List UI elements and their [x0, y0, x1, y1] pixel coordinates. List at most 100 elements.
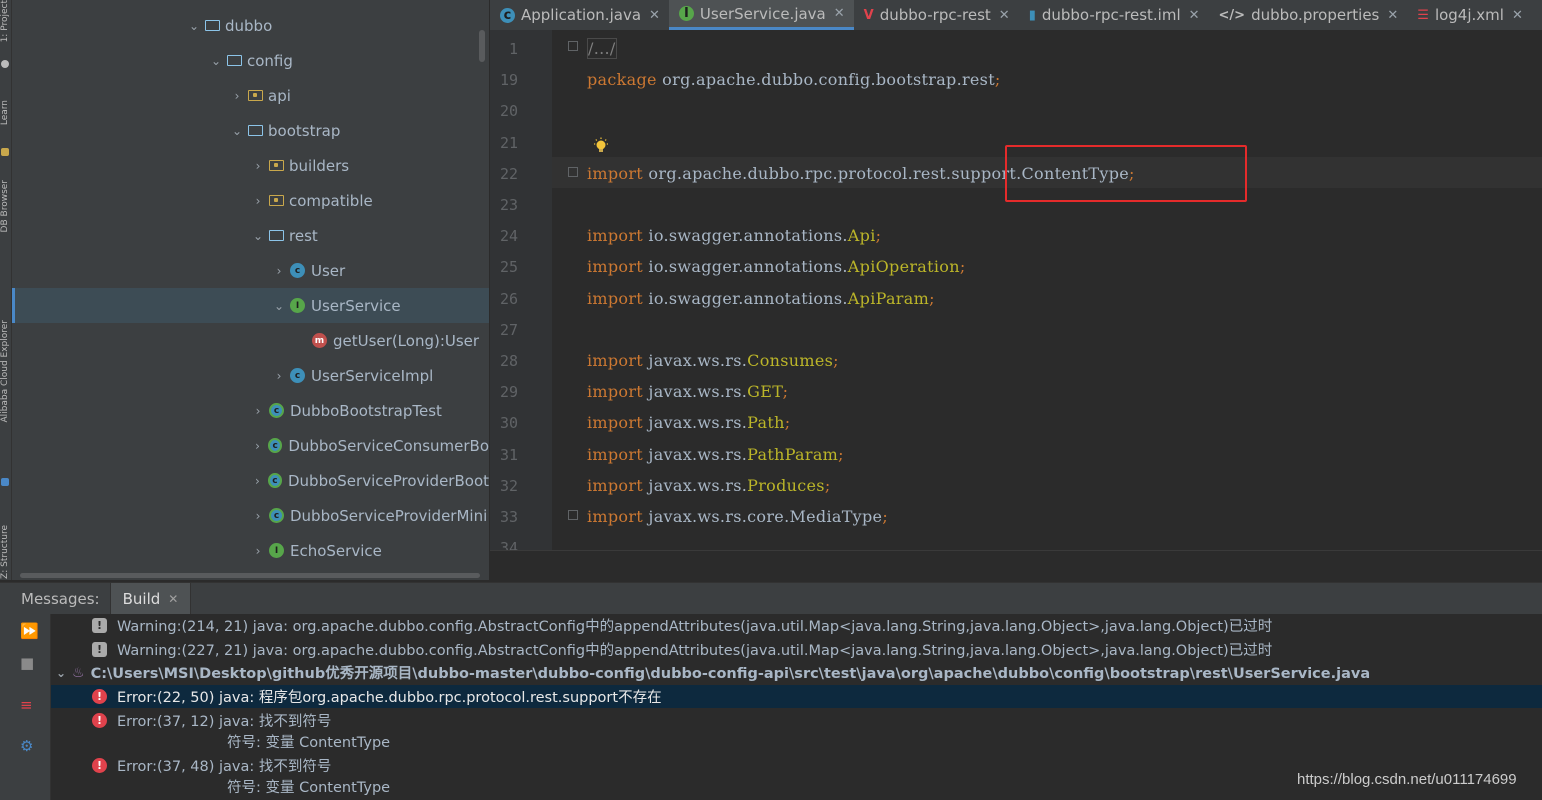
chevron-right-icon[interactable]: › [251, 544, 265, 558]
tree-item-dubbo[interactable]: ⌄ dubbo [12, 8, 489, 43]
code-line[interactable]: /.../ [587, 38, 617, 59]
fold-collapse-icon[interactable] [568, 510, 578, 520]
code-token: import [587, 226, 644, 246]
chevron-down-icon[interactable]: ⌄ [230, 124, 244, 138]
tab-dubbo-rpc-rest-iml[interactable]: ▮ dubbo-rpc-rest.iml ✕ [1019, 0, 1209, 30]
code-editor[interactable]: 1 19 20 21 22 23 24 25 26 27 28 29 30 31 32 33 34 /.../ p… [490, 30, 1542, 550]
chevron-right-icon[interactable]: › [251, 159, 265, 173]
chevron-right-icon[interactable]: › [251, 509, 265, 523]
code-token: import [587, 444, 644, 464]
code-token: Consumes [747, 351, 834, 370]
chevron-right-icon[interactable]: › [251, 439, 264, 453]
close-icon[interactable]: ✕ [1189, 8, 1200, 23]
close-icon[interactable]: ✕ [1512, 8, 1523, 23]
tree-item-providerboot[interactable]: › c DubboServiceProviderBoot [12, 463, 489, 498]
code-line[interactable]: import io.swagger.annotations.ApiOperati… [587, 257, 966, 276]
tree-item-echoservice[interactable]: › I EchoService [12, 533, 489, 568]
code-line[interactable]: import io.swagger.annotations.Api; [587, 226, 881, 245]
list-item-detail[interactable]: 符号: 变量 ContentType [51, 730, 1542, 753]
folder-icon [205, 20, 220, 31]
alibaba-cloud-tool-tab[interactable]: Alibaba Cloud Explorer [0, 320, 11, 423]
chevron-down-icon[interactable]: ⌄ [187, 19, 201, 33]
structure-tool-tab[interactable]: Z: Structure [0, 525, 11, 579]
chevron-right-icon[interactable]: › [251, 474, 264, 488]
tree-item-config[interactable]: ⌄ config [12, 43, 489, 78]
tab-dubbo-properties[interactable]: </> dubbo.properties ✕ [1209, 0, 1408, 30]
file-path-row[interactable]: ⌄ ♨ C:\Users\MSI\Desktop\github优秀开源项目\du… [51, 661, 1542, 684]
close-icon[interactable]: ✕ [834, 6, 845, 21]
tree-vertical-scrollbar[interactable] [479, 30, 485, 62]
tree-item-builders[interactable]: › builders [12, 148, 489, 183]
project-tree[interactable]: ⌄ dubbo ⌄ config › api ⌄ bootstrap › bui… [12, 0, 489, 580]
fold-collapse-icon[interactable] [568, 167, 578, 177]
code-line[interactable]: import javax.ws.rs.Path; [587, 413, 790, 432]
tab-build[interactable]: Build ✕ [109, 583, 192, 614]
watermark: https://blog.csdn.net/u011174699 [1297, 771, 1517, 788]
chevron-right-icon[interactable]: › [251, 194, 265, 208]
rerun-icon[interactable]: ⏩ [20, 622, 39, 640]
learn-icon [1, 148, 9, 156]
test-class-icon: c [269, 403, 284, 418]
chevron-down-icon[interactable]: ⌄ [54, 666, 68, 680]
list-item[interactable]: ! Warning:(227, 21) java: org.apache.dub… [51, 638, 1542, 661]
project-tool-tab[interactable]: 1: Project [0, 0, 11, 42]
list-item[interactable]: ! Warning:(214, 21) java: org.apache.dub… [51, 614, 1542, 637]
list-item[interactable]: ! Error:(37, 12) java: 找不到符号 [51, 709, 1542, 732]
tree-item-compatible[interactable]: › compatible [12, 183, 489, 218]
tab-application-java[interactable]: c Application.java ✕ [490, 0, 669, 30]
chevron-right-icon[interactable]: › [230, 89, 244, 103]
code-line[interactable]: import javax.ws.rs.Consumes; [587, 351, 839, 370]
list-item[interactable]: ! Error:(22, 50) java: 程序包org.apache.dub… [51, 685, 1542, 708]
config-folder-icon [227, 55, 242, 66]
tree-item-api[interactable]: › api [12, 78, 489, 113]
tab-dubbo-rpc-rest[interactable]: V dubbo-rpc-rest ✕ [854, 0, 1019, 30]
lightbulb-icon[interactable] [592, 137, 610, 155]
close-icon[interactable]: ✕ [999, 8, 1010, 23]
code-line[interactable]: import javax.ws.rs.Produces; [587, 476, 831, 495]
tree-item-rest[interactable]: ⌄ rest [12, 218, 489, 253]
chevron-down-icon[interactable]: ⌄ [272, 299, 286, 313]
folder-icon [248, 125, 263, 136]
tree-item-providermini[interactable]: › c DubboServiceProviderMini [12, 498, 489, 533]
code-line[interactable]: import javax.ws.rs.PathParam; [587, 445, 844, 464]
close-icon[interactable]: ✕ [649, 8, 660, 23]
line-number: 29 [499, 383, 518, 402]
tab-log4j-xml[interactable]: ☰ log4j.xml ✕ [1407, 0, 1532, 30]
db-browser-tool-tab[interactable]: DB Browser [0, 180, 11, 232]
chevron-right-icon[interactable]: › [272, 264, 286, 278]
tree-item-consumer[interactable]: › c DubboServiceConsumerBo [12, 428, 489, 463]
tree-item-dubbobootstraptest[interactable]: › c DubboBootstrapTest [12, 393, 489, 428]
code-line[interactable]: import javax.ws.rs.core.MediaType; [587, 507, 888, 526]
line-number: 30 [499, 414, 518, 433]
tree-item-bootstrap[interactable]: ⌄ bootstrap [12, 113, 489, 148]
close-icon[interactable]: ✕ [1387, 8, 1398, 23]
code-line[interactable]: package org.apache.dubbo.config.bootstra… [587, 70, 1001, 89]
test-class-icon: c [268, 438, 283, 453]
stop-icon[interactable]: ■ [20, 654, 34, 672]
code-line[interactable]: import io.swagger.annotations.ApiParam; [587, 289, 935, 308]
tree-item-userservice[interactable]: ⌄ I UserService [12, 288, 489, 323]
filter-icon[interactable]: ≡ [20, 696, 33, 714]
chevron-right-icon[interactable]: › [272, 369, 286, 383]
chevron-down-icon[interactable]: ⌄ [209, 54, 223, 68]
tree-item-user[interactable]: › c User [12, 253, 489, 288]
gear-icon[interactable]: ⚙ [20, 737, 33, 755]
fold-expand-icon[interactable] [568, 41, 578, 51]
tree-item-userserviceimpl[interactable]: › c UserServiceImpl [12, 358, 489, 393]
code-token: ApiOperation [847, 257, 960, 277]
warning-icon: ! [92, 618, 107, 633]
chevron-down-icon[interactable]: ⌄ [251, 229, 265, 243]
tree-item-getuser[interactable]: m getUser(Long):User [12, 323, 489, 358]
left-tool-strip: 1: Project Learn DB Browser Alibaba Clou… [0, 0, 12, 580]
test-class-icon: c [269, 508, 284, 523]
test-class-icon: c [267, 473, 282, 488]
line-number: 26 [499, 289, 518, 308]
code-token: ; [929, 288, 935, 308]
tree-horizontal-scrollbar[interactable] [20, 573, 480, 578]
code-token: import [587, 413, 644, 433]
close-icon[interactable]: ✕ [168, 592, 178, 606]
learn-tool-tab[interactable]: Learn [0, 100, 11, 125]
chevron-right-icon[interactable]: › [251, 404, 265, 418]
tab-userservice-java[interactable]: I UserService.java ✕ [668, 0, 854, 30]
code-line[interactable]: import javax.ws.rs.GET; [587, 382, 788, 401]
